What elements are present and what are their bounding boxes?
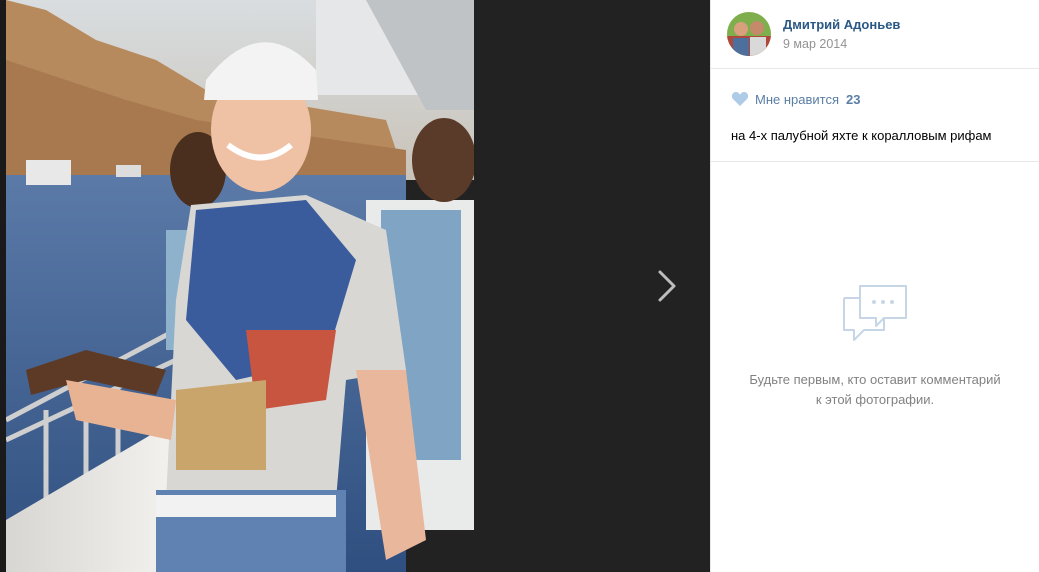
photo[interactable]: [6, 0, 474, 572]
likes-label: Мне нравится: [755, 91, 840, 107]
photo-info: Мне нравится 23 на 4-х палубной яхте к к…: [711, 69, 1039, 162]
author-info: Дмитрий Адоньев 9 мар 2014: [783, 17, 900, 51]
comments-empty-state: Будьте первым, кто оставит комментарий к…: [711, 162, 1039, 572]
like-button[interactable]: Мне нравится 23: [731, 91, 1019, 107]
photo-pane: [0, 0, 710, 572]
heart-icon: [731, 92, 749, 106]
next-photo-button[interactable]: [652, 266, 682, 306]
author-name[interactable]: Дмитрий Адоньев: [783, 17, 900, 32]
avatar[interactable]: [727, 12, 771, 56]
likes-count: 23: [846, 91, 861, 107]
photo-image: [6, 0, 474, 572]
chevron-right-icon: [658, 270, 676, 302]
comments-empty-text: Будьте первым, кто оставит комментарий к…: [749, 372, 1001, 407]
photo-viewer: Дмитрий Адоньев 9 мар 2014 Мне нравится …: [0, 0, 1039, 572]
author-block: Дмитрий Адоньев 9 мар 2014: [711, 0, 1039, 69]
post-date[interactable]: 9 мар 2014: [783, 37, 900, 51]
comments-icon: [843, 285, 907, 341]
avatar-image: [727, 12, 771, 56]
photo-caption: на 4-х палубной яхте к коралловым рифам: [731, 128, 992, 143]
photo-sidebar: Дмитрий Адоньев 9 мар 2014 Мне нравится …: [710, 0, 1039, 572]
